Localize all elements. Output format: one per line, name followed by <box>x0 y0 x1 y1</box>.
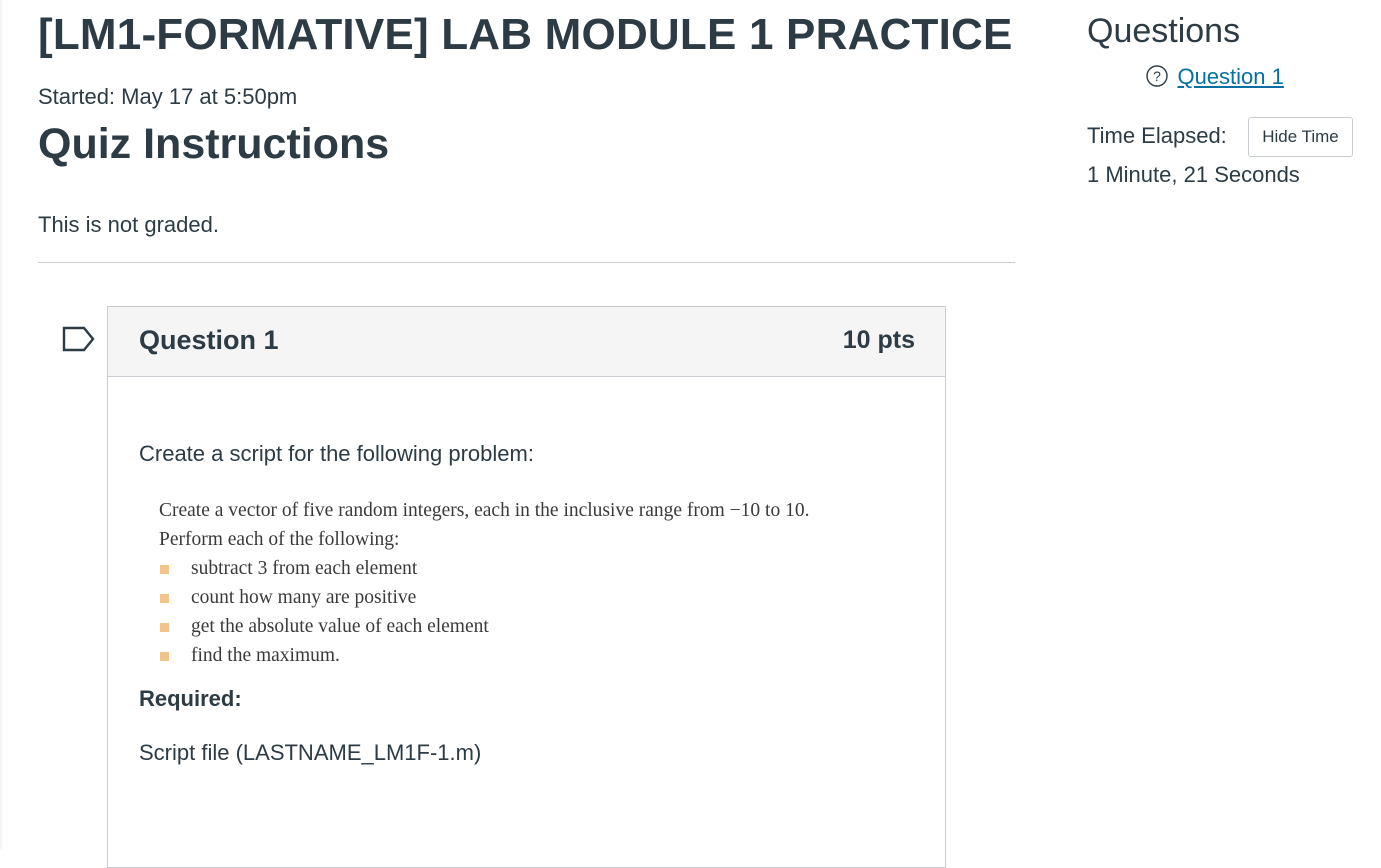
quiz-title: [LM1-FORMATIVE] LAB MODULE 1 PRACTICE <box>38 10 1013 59</box>
problem-line: Create a vector of five random integers,… <box>159 500 810 521</box>
page-edge <box>0 0 2 849</box>
list-item: subtract 3 from each element <box>159 554 919 583</box>
bullet-square-icon <box>160 565 169 574</box>
question-card: Question 1 10 pts Create a script for th… <box>107 306 946 868</box>
list-item: count how many are positive <box>159 583 919 612</box>
problem-statement: Create a vector of five random integers,… <box>159 496 919 670</box>
sidebar-item-question-1[interactable]: ? Question 1 <box>1146 64 1284 90</box>
bullet-square-icon <box>160 623 169 632</box>
question-header: Question 1 10 pts <box>108 307 945 377</box>
hide-time-button[interactable]: Hide Time <box>1248 117 1353 157</box>
divider <box>38 262 1015 263</box>
bullet-text: find the maximum. <box>191 645 340 666</box>
required-label: Required: <box>139 686 242 711</box>
question-link[interactable]: Question 1 <box>1177 64 1283 89</box>
started-timestamp: Started: May 17 at 5:50pm <box>38 84 298 109</box>
list-item: find the maximum. <box>159 641 919 670</box>
time-elapsed-label: Time Elapsed: <box>1087 123 1227 148</box>
quiz-instructions-text: This is not graded. <box>38 212 219 237</box>
question-points: 10 pts <box>842 326 915 354</box>
bullet-square-icon <box>160 594 169 603</box>
quiz-instructions-heading: Quiz Instructions <box>38 120 390 168</box>
bullet-text: subtract 3 from each element <box>191 558 418 579</box>
sidebar-heading: Questions <box>1087 12 1241 50</box>
question-name: Question 1 <box>139 325 279 355</box>
script-file-requirement: Script file (LASTNAME_LM1F-1.m) <box>139 740 482 765</box>
bullet-text: get the absolute value of each element <box>191 616 489 637</box>
list-item: get the absolute value of each element <box>159 612 919 641</box>
question-prompt: Create a script for the following proble… <box>139 441 534 466</box>
time-elapsed-value: 1 Minute, 21 Seconds <box>1087 162 1300 187</box>
svg-text:?: ? <box>1153 68 1161 84</box>
bullet-text: count how many are positive <box>191 587 417 608</box>
question-body: Create a script for the following proble… <box>139 441 919 765</box>
help-circle-icon: ? <box>1146 65 1168 87</box>
problem-line: Perform each of the following: <box>159 529 400 550</box>
bullet-square-icon <box>160 652 169 661</box>
flag-icon[interactable] <box>62 326 96 352</box>
